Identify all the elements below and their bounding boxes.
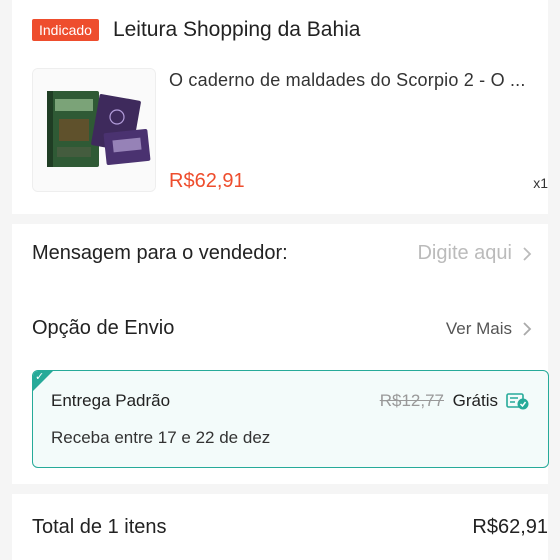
- product-title[interactable]: O caderno de maldades do Scorpio 2 - O .…: [169, 70, 529, 91]
- order-total-label: Total de 1 itens: [32, 516, 167, 538]
- order-total-card: Total de 1 itens R$62,91: [12, 494, 548, 560]
- order-options-card: Mensagem para o vendedor: Digite aqui Op…: [12, 224, 549, 484]
- shipping-eta: Receba entre 17 e 22 de dez: [51, 428, 271, 447]
- product-price: R$62,91: [169, 170, 245, 192]
- see-more-shipping-link[interactable]: Ver Mais: [446, 319, 532, 339]
- shop-card: Indicado Leitura Shopping da Bahia O cad…: [12, 0, 548, 214]
- shipping-original-price: R$12,77: [379, 391, 444, 410]
- free-shipping-voucher-icon: [506, 393, 529, 410]
- see-more-label: Ver Mais: [445, 318, 512, 338]
- shop-header[interactable]: Indicado Leitura Shopping da Bahia: [32, 18, 360, 42]
- seller-message-label: Mensagem para o vendedor:: [32, 242, 288, 264]
- shipping-method-name: Entrega Padrão: [51, 391, 171, 410]
- seller-message-row[interactable]: Mensagem para o vendedor: Digite aqui: [32, 242, 532, 265]
- shop-name[interactable]: Leitura Shopping da Bahia: [113, 18, 361, 42]
- chevron-right-icon: [523, 321, 532, 336]
- shipping-price: Grátis: [452, 391, 498, 410]
- seller-message-input[interactable]: Digite aqui: [417, 242, 532, 265]
- seller-message-placeholder: Digite aqui: [417, 242, 512, 264]
- product-thumbnail[interactable]: [32, 68, 156, 192]
- book-cover-image: [33, 69, 155, 191]
- order-total-row: Total de 1 itens R$62,91: [32, 516, 548, 539]
- shipping-option-label: Opção de Envio: [32, 317, 175, 339]
- recommended-badge: Indicado: [32, 19, 99, 41]
- order-total-value: R$62,91: [472, 516, 548, 538]
- selected-shipping-option[interactable]: ✓ Entrega Padrão R$12,77 Grátis Receba e…: [32, 370, 549, 468]
- check-icon: ✓: [35, 371, 45, 383]
- product-quantity: x1: [533, 175, 548, 191]
- shipping-option-row: Opção de Envio Ver Mais: [32, 317, 532, 340]
- chevron-right-icon: [523, 246, 532, 261]
